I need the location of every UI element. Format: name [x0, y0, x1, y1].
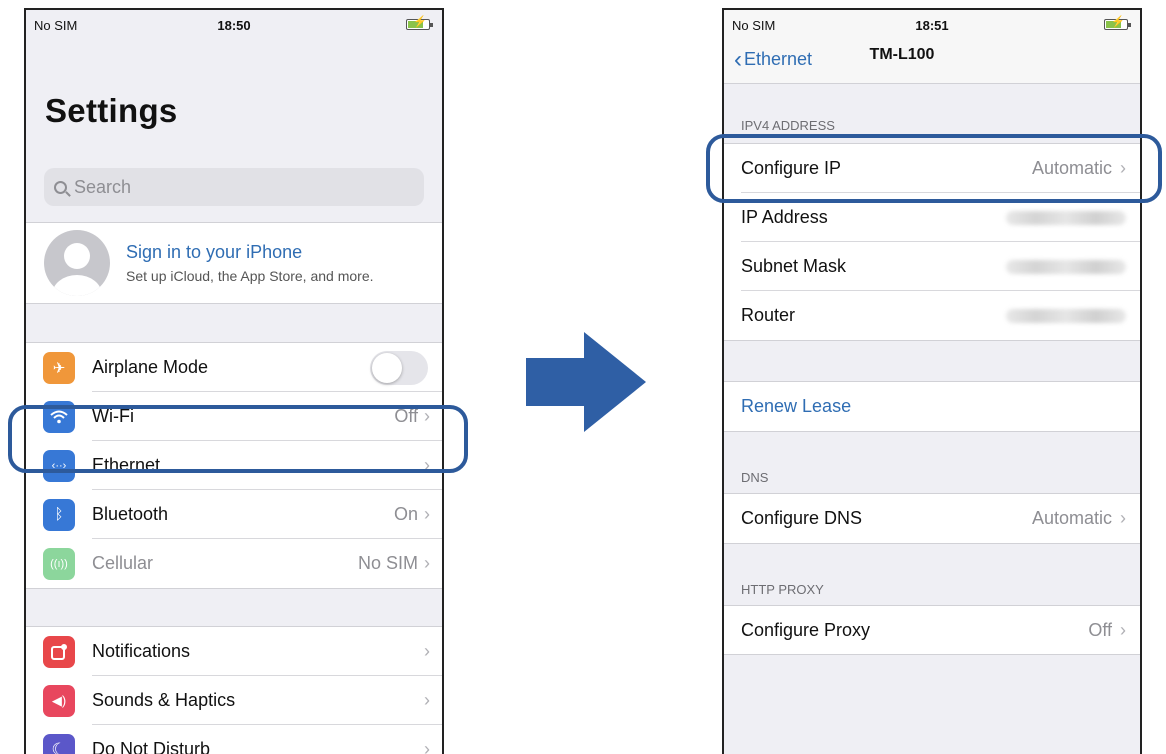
moon-icon: ☾ [43, 733, 75, 754]
airplane-icon: ✈ [43, 351, 75, 384]
battery-icon: ⚡ [1104, 17, 1131, 30]
navigation-bar: ‹ Ethernet TM-L100 [724, 40, 1140, 84]
settings-item-label: Sounds & Haptics [92, 690, 236, 710]
settings-item-notifications[interactable]: Notifications › [26, 627, 442, 676]
arrow-right-icon [526, 332, 646, 432]
bluetooth-icon: ᛒ [43, 498, 75, 531]
redacted-value [1006, 308, 1126, 323]
page-title: Settings [45, 92, 178, 129]
signin-subtitle: Set up iCloud, the App Store, and more. [126, 268, 374, 284]
settings-item-value: On [393, 504, 418, 524]
row-label: Router [741, 305, 796, 325]
apple-id-signin[interactable]: Sign in to your iPhone Set up iCloud, th… [26, 222, 442, 304]
clock: 18:50 [217, 18, 251, 33]
settings-item-airplane-mode[interactable]: ✈ Airplane Mode [26, 343, 442, 392]
lease-group: Renew Lease [724, 381, 1140, 431]
row-label: Configure DNS [741, 508, 863, 528]
renew-lease-button[interactable]: Renew Lease [724, 382, 1140, 431]
settings-item-do-not-disturb[interactable]: ☾ Do Not Disturb › [26, 725, 442, 754]
avatar [44, 230, 110, 296]
row-value: Off [1088, 619, 1112, 640]
chevron-right-icon: › [424, 641, 430, 661]
status-bar: No SIM 18:51 ⚡ [724, 10, 1140, 40]
settings-item-label: Do Not Disturb [92, 739, 211, 754]
chevron-right-icon: › [1120, 619, 1126, 640]
notifications-group: Notifications › ◀) Sounds & Haptics › ☾ … [26, 626, 442, 754]
router-row: Router [724, 291, 1140, 340]
redacted-value [1006, 259, 1126, 274]
status-bar: No SIM 18:50 ⚡ [26, 10, 442, 46]
settings-item-label: Bluetooth [92, 504, 169, 524]
row-label: IP Address [741, 207, 828, 227]
chevron-right-icon: › [424, 504, 430, 524]
sound-icon: ◀) [43, 684, 75, 717]
ethernet-detail-screen: No SIM 18:51 ⚡ ‹ Ethernet TM-L100 IPV4 AD… [722, 8, 1142, 754]
row-label: Subnet Mask [741, 256, 847, 276]
settings-item-sounds[interactable]: ◀) Sounds & Haptics › [26, 676, 442, 725]
search-icon [54, 180, 67, 194]
clock: 18:51 [915, 18, 949, 33]
settings-item-label: Airplane Mode [92, 357, 209, 377]
battery-icon: ⚡ [406, 17, 433, 30]
chevron-right-icon: › [424, 690, 430, 710]
signin-title: Sign in to your iPhone [126, 242, 303, 262]
section-header-http-proxy: HTTP PROXY [724, 543, 1140, 605]
renew-lease-label: Renew Lease [741, 396, 852, 416]
settings-screen: No SIM 18:50 ⚡ Settings Search Sign in t… [24, 8, 444, 754]
airplane-mode-toggle[interactable] [370, 350, 428, 385]
chevron-right-icon: › [424, 739, 430, 754]
chevron-right-icon: › [1120, 508, 1126, 528]
chevron-right-icon: › [424, 553, 430, 573]
settings-item-label: Notifications [92, 641, 191, 661]
configure-dns-row[interactable]: Configure DNS Automatic › [724, 494, 1140, 543]
configure-ip-highlight [706, 134, 1162, 203]
proxy-group: Configure Proxy Off › [724, 605, 1140, 655]
row-value: Automatic [1031, 508, 1112, 528]
configure-proxy-row[interactable]: Configure Proxy Off › [724, 606, 1140, 655]
subnet-mask-row: Subnet Mask [724, 242, 1140, 291]
dns-group: Configure DNS Automatic › [724, 493, 1140, 543]
redacted-value [1006, 210, 1126, 225]
row-label: Configure Proxy [741, 619, 871, 640]
nav-title: TM-L100 [869, 46, 935, 63]
settings-item-label: Cellular [92, 553, 154, 573]
settings-item-value: No SIM [357, 553, 418, 573]
notifications-icon [43, 635, 75, 668]
search-placeholder: Search [74, 176, 132, 197]
section-header-dns: DNS [724, 431, 1140, 493]
settings-item-bluetooth[interactable]: ᛒ Bluetooth On › [26, 490, 442, 539]
search-input[interactable]: Search [44, 168, 424, 206]
cellular-icon: ((ı)) [43, 547, 75, 580]
ethernet-highlight [8, 405, 468, 473]
settings-item-cellular[interactable]: ((ı)) Cellular No SIM › [26, 539, 442, 588]
